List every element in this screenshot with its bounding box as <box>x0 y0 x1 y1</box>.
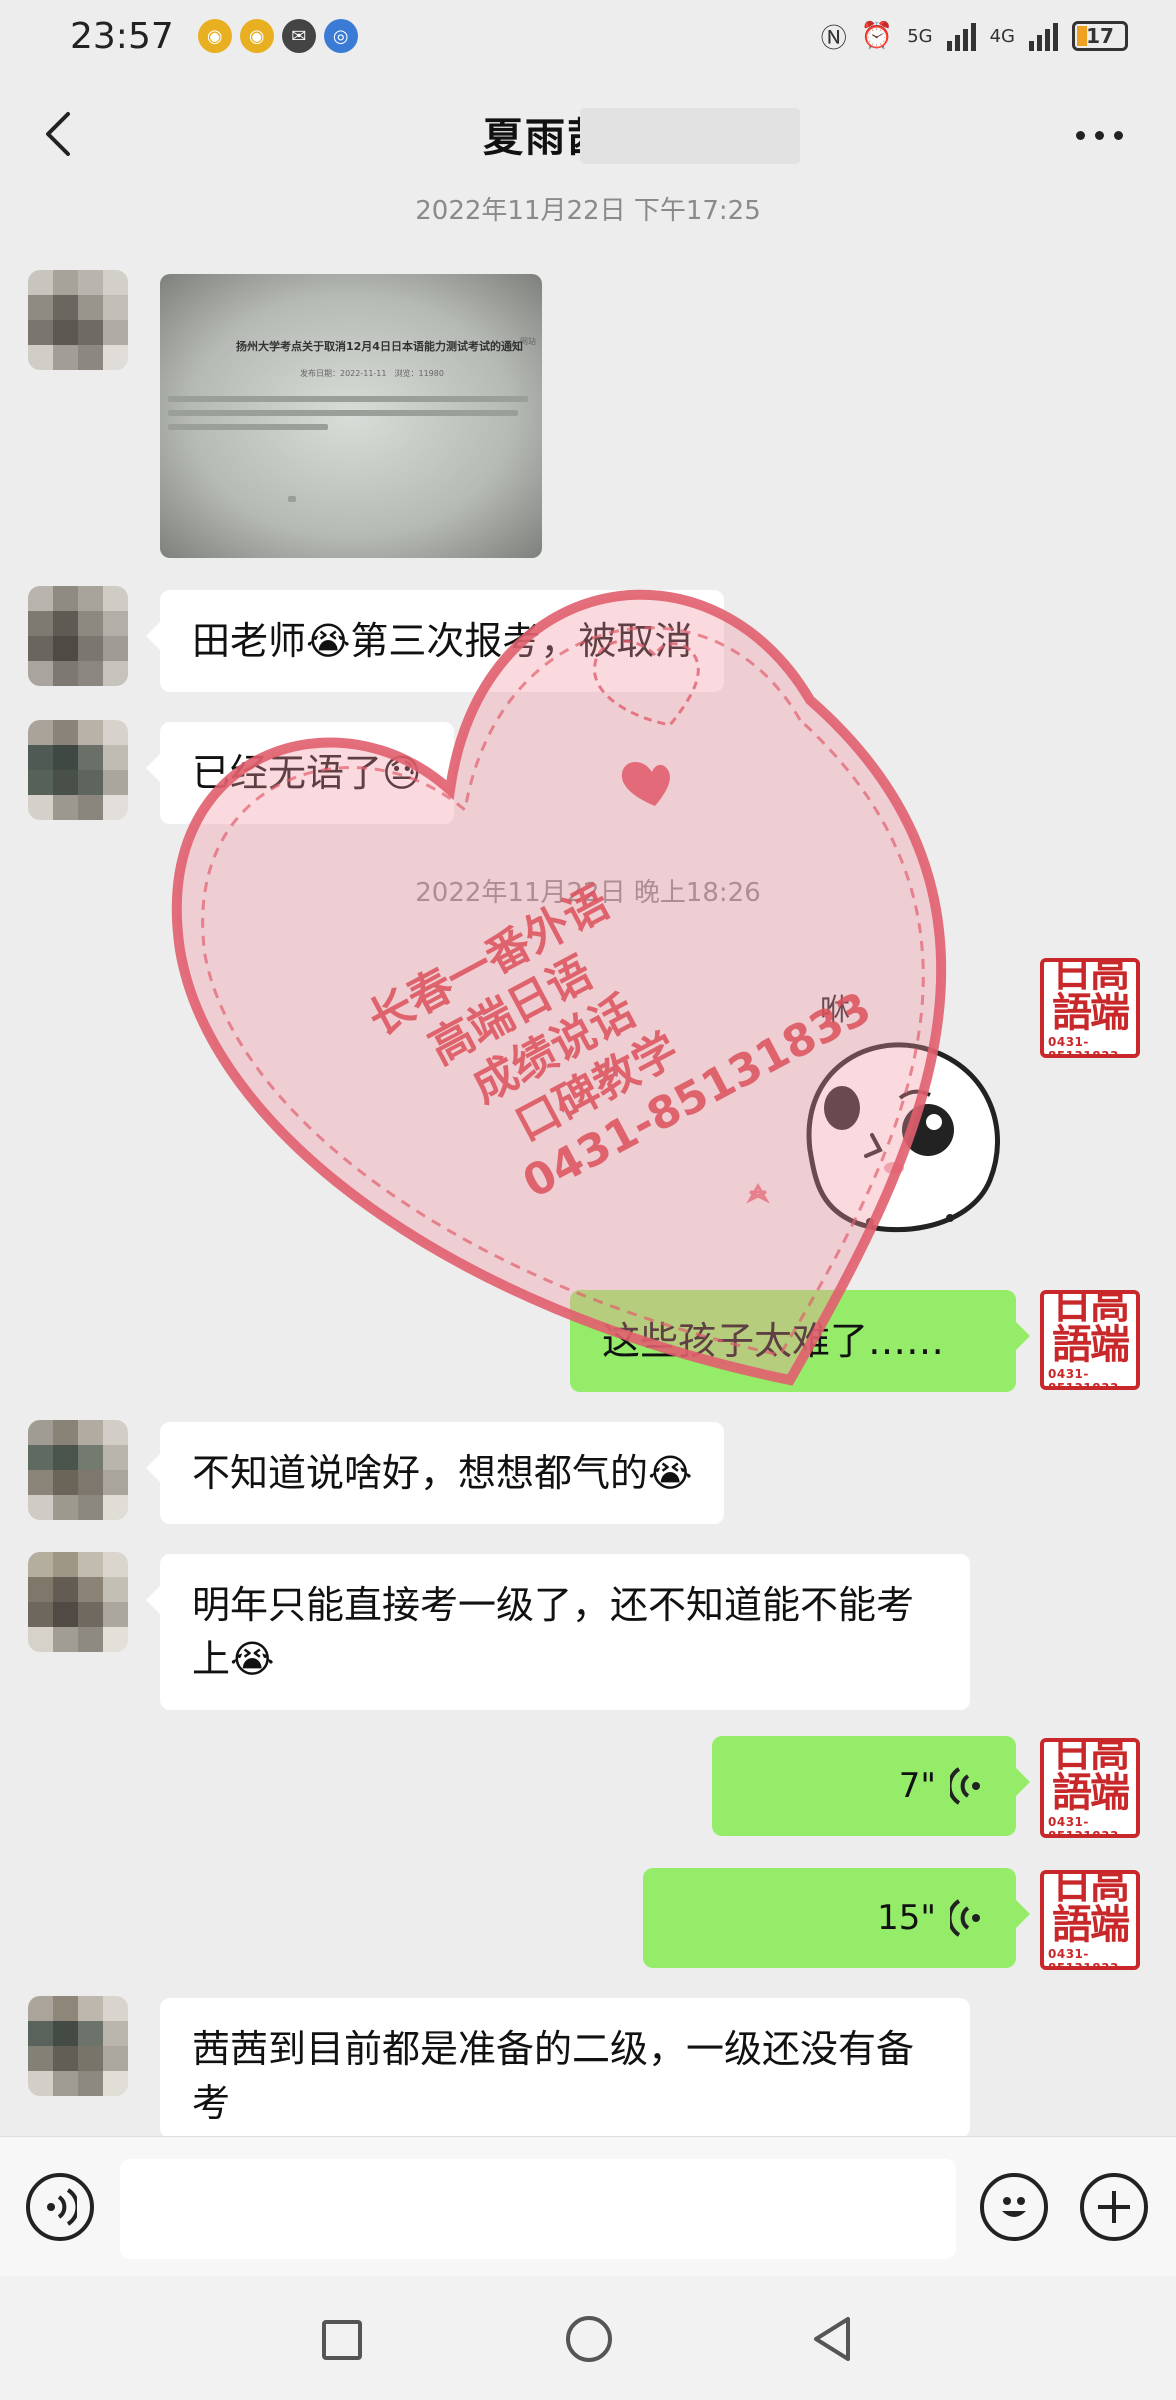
voice-duration: 15" <box>877 1898 936 1938</box>
smiley-icon <box>1002 2197 1026 2217</box>
avatar[interactable]: 日高 語端 0431-85131833 <box>1040 1738 1140 1838</box>
nfc-icon: Ⓝ <box>820 23 847 54</box>
sticker-image[interactable]: 咻 <box>780 990 1020 1250</box>
back-triangle-icon[interactable] <box>808 2314 858 2364</box>
voice-duration: 7" <box>898 1766 936 1806</box>
seal-phone: 0431-85131833 <box>1048 1367 1119 1390</box>
avatar[interactable] <box>28 586 128 686</box>
seal-phone: 0431-85131833 <box>1048 1815 1119 1838</box>
voice-message[interactable]: 15" <box>643 1868 1030 1968</box>
more-options-icon[interactable] <box>1076 120 1136 150</box>
browser-icon: ◎ <box>323 19 358 53</box>
message-bubble[interactable]: 茜茜到目前都是准备的二级，一级还没有备考 <box>160 1998 970 2138</box>
timestamp: 2022年11月22日 晚上18:26 <box>415 878 761 908</box>
seal-phone: 0431-85131833 <box>1048 1947 1119 1970</box>
input-bar <box>0 2136 1176 2276</box>
status-time: 23:57 <box>70 15 174 57</box>
weibo-icon: ◉ <box>197 19 232 53</box>
image-message[interactable]: 网站 扬州大学考点关于取消12月4日日本语能力测试考试的通知 发布日期：2022… <box>160 274 542 558</box>
system-nav-bar <box>0 2276 1176 2400</box>
image-doc-meta: 发布日期：2022-11-11 浏览：11980 <box>300 369 444 378</box>
message-bubble[interactable]: 不知道说啥好，想想都气的😭 <box>145 1422 725 1524</box>
alarm-icon: ⏰ <box>860 21 894 51</box>
voice-wave-icon <box>950 1767 980 1805</box>
seal-logo: 日高 語端 <box>1052 1870 1130 1948</box>
message-bubble[interactable]: 已经无语了😓 <box>146 722 454 824</box>
add-button[interactable] <box>1080 2173 1148 2241</box>
timestamp: 2022年11月22日 下午17:25 <box>415 196 761 226</box>
voice-wave-icon <box>950 1899 980 1937</box>
status-app-icons: ◉ ◉ ✉ ◎ <box>197 19 358 53</box>
watermark-line: 成绩说话 <box>464 985 644 1114</box>
avatar[interactable] <box>28 720 128 820</box>
signal-icon <box>946 21 976 51</box>
avatar[interactable]: 日高 語端 0431-85131833 <box>1040 1870 1140 1970</box>
seal-phone: 0431-85131833 <box>1048 1035 1119 1058</box>
watermark-line: 长春一番外语 <box>360 876 618 1046</box>
seal-logo: 日高 語端 <box>1052 958 1130 1036</box>
message-bubble[interactable]: 这些孩子太难了…… <box>570 1290 1030 1392</box>
recent-apps-icon[interactable] <box>322 2320 362 2360</box>
wechat-icon: ✉ <box>281 19 316 53</box>
avatar[interactable] <box>28 1420 128 1520</box>
voice-message[interactable]: 7" <box>712 1736 1030 1836</box>
redacted-name <box>580 108 800 164</box>
message-bubble[interactable]: 明年只能直接考一级了，还不知道能不能考上😭 <box>146 1554 970 1710</box>
chat-header: 夏雨茜爸爸 <box>0 80 1176 188</box>
avatar[interactable] <box>28 270 128 370</box>
avatar[interactable]: 日高 語端 0431-85131833 <box>1040 958 1140 1058</box>
voice-wave-icon <box>47 2188 77 2226</box>
network-label-5g: 5G <box>907 25 933 47</box>
seal-logo: 日高 語端 <box>1052 1290 1130 1368</box>
avatar[interactable] <box>28 1996 128 2096</box>
svg-text:咻: 咻 <box>820 993 850 1028</box>
signal-icon <box>1029 21 1058 51</box>
network-label-4g: 4G <box>989 25 1015 47</box>
plus-icon <box>1098 2191 1130 2223</box>
home-icon[interactable] <box>566 2316 612 2362</box>
message-bubble[interactable]: 田老师😭第三次报考，被取消 <box>145 590 725 692</box>
weibo-icon: ◉ <box>239 19 274 53</box>
emoji-button[interactable] <box>980 2173 1048 2241</box>
status-bar: 23:57 ◉ ◉ ✉ ◎ Ⓝ ⏰ 5G 4G 17 <box>0 0 1176 72</box>
battery-icon: 17 <box>1072 21 1128 51</box>
message-input[interactable] <box>120 2159 956 2259</box>
status-indicators: Ⓝ ⏰ 5G 4G 17 <box>821 18 1128 55</box>
voice-input-button[interactable] <box>26 2173 94 2241</box>
image-doc-title: 扬州大学考点关于取消12月4日日本语能力测试考试的通知 <box>236 340 523 353</box>
avatar[interactable] <box>28 1552 128 1652</box>
seal-logo: 日高 語端 <box>1052 1738 1130 1816</box>
avatar[interactable]: 日高 語端 0431-85131833 <box>1040 1290 1140 1390</box>
